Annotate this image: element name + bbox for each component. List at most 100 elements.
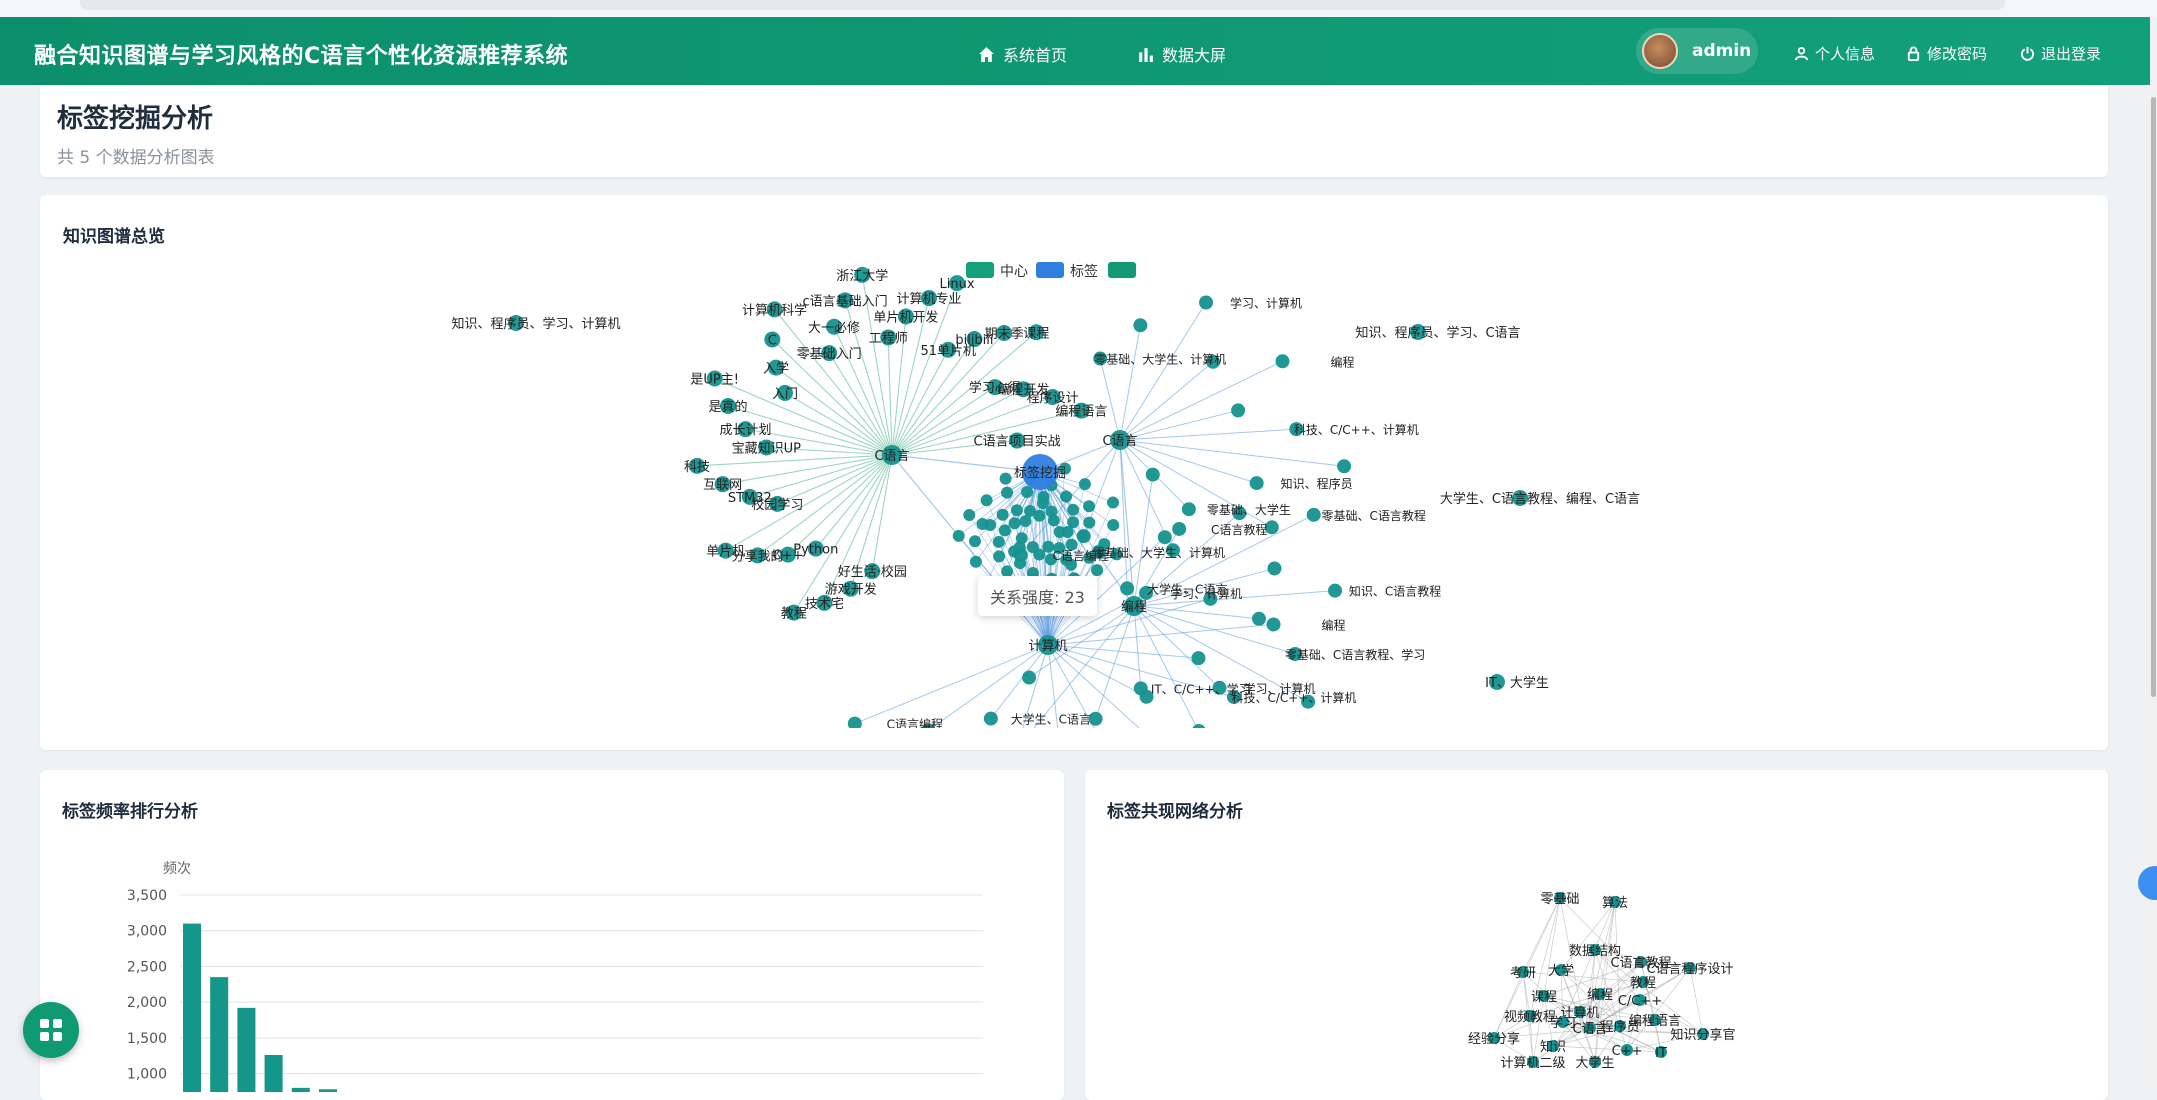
graph-outlier-node-label: 知识、程序员、学习、计算机 bbox=[451, 316, 620, 332]
cooc-edge bbox=[1494, 972, 1523, 1038]
avatar[interactable] bbox=[1642, 33, 1678, 69]
graph-node-label: 工程师 bbox=[869, 331, 908, 346]
graph-node[interactable] bbox=[1120, 581, 1134, 595]
change-password-link[interactable]: 修改密码 bbox=[1906, 43, 1987, 64]
graph-node[interactable] bbox=[1091, 564, 1103, 576]
graph-node[interactable] bbox=[1009, 517, 1021, 529]
profile-link[interactable]: 个人信息 bbox=[1794, 43, 1875, 64]
graph-node-label: 科技、C/C++、计算机 bbox=[1294, 422, 1419, 437]
graph-node[interactable] bbox=[1337, 459, 1351, 473]
graph-node[interactable] bbox=[1307, 508, 1321, 522]
graph-node[interactable] bbox=[1014, 557, 1026, 569]
apps-menu-button[interactable] bbox=[23, 1002, 79, 1058]
app-title: 融合知识图谱与学习风格的C语言个性化资源推荐系统 bbox=[34, 38, 568, 70]
frequency-bar[interactable] bbox=[210, 977, 228, 1092]
graph-node[interactable] bbox=[1038, 491, 1050, 503]
graph-node[interactable] bbox=[984, 712, 998, 726]
graph-node[interactable] bbox=[1182, 502, 1196, 516]
legend-tag-swatch[interactable] bbox=[1036, 262, 1064, 278]
graph-legend[interactable]: 中心 标签 bbox=[966, 262, 1136, 280]
graph-node[interactable] bbox=[993, 536, 1005, 548]
graph-node[interactable] bbox=[1328, 584, 1342, 598]
graph-node[interactable] bbox=[1083, 500, 1095, 512]
graph-node[interactable] bbox=[1267, 561, 1281, 575]
graph-node[interactable] bbox=[1033, 510, 1045, 522]
tag-cooccurrence-network[interactable]: 零基础算法数据结构C语言教程考研大学C语言程序设计课程教程编程C/C++计算机视… bbox=[1085, 870, 2108, 1092]
graph-node[interactable] bbox=[977, 518, 989, 530]
graph-node[interactable] bbox=[1067, 504, 1079, 516]
graph-node-label: 编程 bbox=[1322, 617, 1346, 632]
frequency-bar[interactable] bbox=[265, 1055, 283, 1092]
legend-subject-swatch[interactable] bbox=[1108, 262, 1136, 278]
legend-center-swatch[interactable] bbox=[966, 262, 994, 278]
graph-node[interactable] bbox=[1158, 530, 1172, 544]
graph-node[interactable] bbox=[1008, 546, 1020, 558]
frequency-bar[interactable] bbox=[183, 924, 201, 1092]
graph-node[interactable] bbox=[997, 509, 1009, 521]
graph-node[interactable] bbox=[1172, 522, 1186, 536]
graph-node[interactable] bbox=[1275, 354, 1289, 368]
frequency-bar[interactable] bbox=[237, 1008, 255, 1092]
graph-node[interactable] bbox=[970, 556, 982, 568]
graph-hub-c-language-2-label: C语言 bbox=[1102, 434, 1137, 449]
graph-node[interactable] bbox=[1107, 519, 1119, 531]
nav-home[interactable]: 系统首页 bbox=[978, 42, 1067, 66]
graph-node[interactable] bbox=[1077, 530, 1089, 542]
cooc-node-label: 计算机二级 bbox=[1500, 1056, 1565, 1071]
graph-node[interactable] bbox=[848, 717, 862, 730]
graph-node[interactable] bbox=[1199, 296, 1213, 310]
graph-node-label: 学习、计算机 bbox=[1170, 586, 1242, 601]
graph-node[interactable] bbox=[1000, 473, 1012, 485]
side-drawer-tab[interactable] bbox=[2138, 866, 2157, 900]
nav-dashboard[interactable]: 数据大屏 bbox=[1137, 42, 1226, 66]
knowledge-graph-canvas[interactable]: 好生活·校园游戏开发技术宅教程PythonC++分享我的单片机校园学习STM32… bbox=[40, 250, 2108, 730]
scrollbar-thumb[interactable] bbox=[2151, 97, 2156, 697]
graph-node[interactable] bbox=[1146, 468, 1160, 482]
graph-node[interactable] bbox=[1060, 491, 1072, 503]
graph-node[interactable] bbox=[1267, 617, 1281, 631]
graph-node[interactable] bbox=[1048, 514, 1060, 526]
graph-node[interactable] bbox=[1192, 724, 1206, 730]
graph-node-label: 编程语言 bbox=[1055, 405, 1107, 420]
graph-node[interactable] bbox=[1001, 487, 1013, 499]
graph-node-label: 单片机 bbox=[706, 545, 745, 560]
graph-node[interactable] bbox=[1133, 318, 1147, 332]
user-menu[interactable]: admin bbox=[1636, 28, 1758, 74]
tag-frequency-chart[interactable]: 频次5001,0001,5002,0002,5003,0003,500 bbox=[40, 850, 1064, 1092]
graph-node[interactable] bbox=[1021, 486, 1033, 498]
graph-node[interactable] bbox=[999, 524, 1011, 536]
graph-node[interactable] bbox=[1027, 541, 1039, 553]
graph-node[interactable] bbox=[1191, 651, 1205, 665]
graph-node[interactable] bbox=[1083, 517, 1095, 529]
graph-hub-programming-label: 编程 bbox=[1121, 600, 1147, 615]
page-scrollbar[interactable] bbox=[2150, 85, 2157, 1092]
browser-strip bbox=[0, 0, 2157, 17]
graph-node-label: Linux bbox=[940, 277, 975, 292]
graph-node[interactable] bbox=[1062, 526, 1074, 538]
user-icon bbox=[1794, 46, 1809, 61]
graph-node[interactable] bbox=[1250, 476, 1264, 490]
frequency-bar[interactable] bbox=[292, 1088, 310, 1092]
logout-link[interactable]: 退出登录 bbox=[2020, 43, 2101, 64]
graph-node[interactable] bbox=[1079, 478, 1091, 490]
graph-outlier-node-label: IT、大学生 bbox=[1485, 675, 1549, 691]
graph-edge bbox=[1134, 606, 1199, 730]
graph-node[interactable] bbox=[1252, 612, 1266, 626]
y-tick-label: 2,000 bbox=[127, 995, 167, 1011]
graph-node[interactable] bbox=[953, 530, 965, 542]
graph-node-label: 单片机开发 bbox=[873, 309, 938, 325]
graph-node[interactable] bbox=[981, 494, 993, 506]
graph-node[interactable] bbox=[969, 535, 981, 547]
cooc-node-label: 大学 bbox=[1548, 963, 1574, 979]
graph-node[interactable] bbox=[993, 550, 1005, 562]
graph-node[interactable] bbox=[963, 509, 975, 521]
graph-node[interactable] bbox=[1011, 504, 1023, 516]
graph-node[interactable] bbox=[1022, 671, 1036, 685]
graph-node[interactable] bbox=[1016, 532, 1028, 544]
graph-node[interactable] bbox=[1231, 403, 1245, 417]
graph-node[interactable] bbox=[1107, 497, 1119, 509]
graph-node-label: 科技、C/C++、计算机 bbox=[1232, 690, 1357, 705]
graph-node-label: C语言教程 bbox=[1211, 522, 1267, 537]
graph-edge bbox=[872, 455, 892, 571]
graph-node[interactable] bbox=[1019, 515, 1031, 527]
